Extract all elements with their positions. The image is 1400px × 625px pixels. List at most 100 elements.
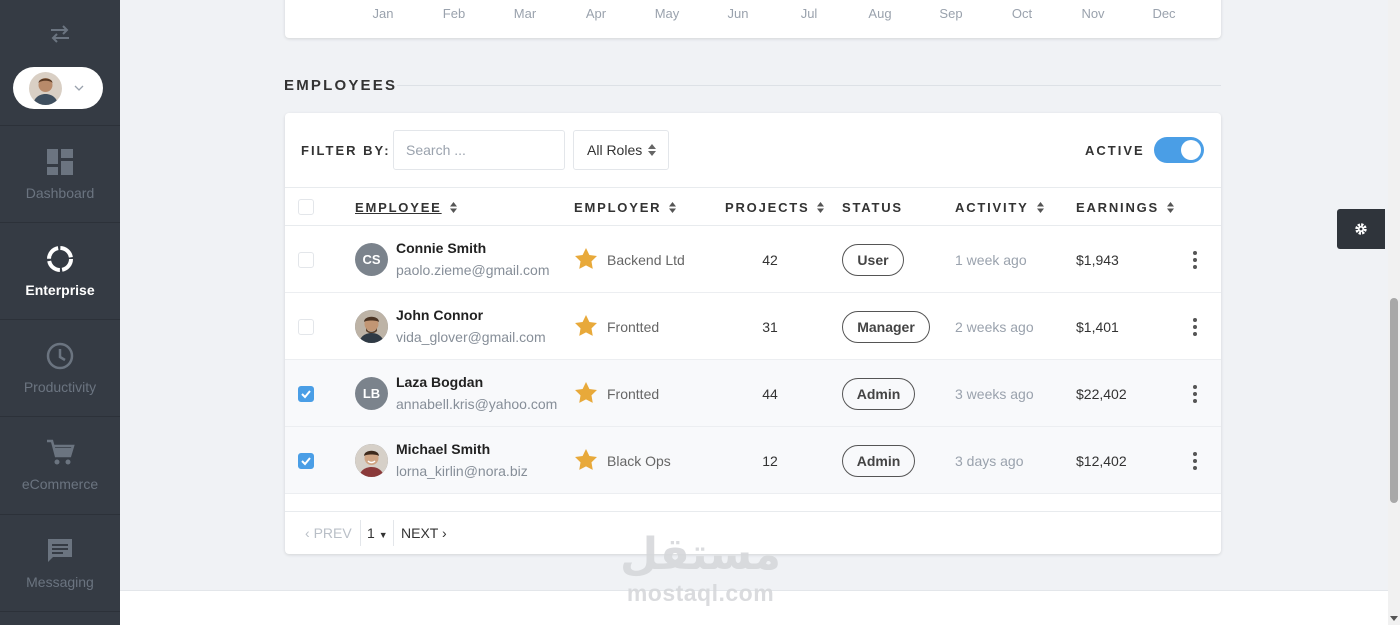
page-number: 1	[367, 525, 375, 541]
column-header-status[interactable]: STATUS	[842, 200, 903, 215]
row-checkbox[interactable]	[298, 386, 314, 402]
row-checkbox[interactable]	[298, 252, 314, 268]
role-select-value: All Roles	[587, 142, 643, 158]
dashboard-icon	[45, 147, 75, 177]
avatar	[29, 71, 62, 105]
column-header-earnings[interactable]: EARNINGS	[1076, 200, 1175, 215]
sidebar-divider	[0, 611, 120, 625]
employees-card: FILTER BY: All Roles ACTIVE EMPLOYEE EMP…	[285, 113, 1221, 554]
activity-time: 1 week ago	[955, 252, 1027, 268]
employee-name: Connie Smith	[396, 240, 487, 256]
employee-email: vida_glover@gmail.com	[396, 329, 546, 345]
more-vertical-icon[interactable]	[1189, 451, 1201, 471]
column-header-label: STATUS	[842, 200, 903, 215]
sidebar-item-label: Enterprise	[25, 281, 95, 298]
clock-icon	[45, 341, 75, 371]
role-select[interactable]: All Roles	[573, 130, 669, 170]
month-tick-label: Sep	[939, 6, 963, 21]
sidebar-item-label: Messaging	[26, 573, 94, 590]
watermark-arabic: مستقل	[620, 529, 781, 580]
more-vertical-icon[interactable]	[1189, 384, 1201, 404]
cart-icon	[45, 438, 75, 468]
sort-updown-icon	[648, 144, 656, 156]
watermark-latin: mostaql.com	[626, 580, 775, 606]
scrollbar-thumb[interactable]	[1390, 298, 1398, 503]
column-header-projects[interactable]: PROJECTS	[725, 200, 825, 215]
pager-divider	[360, 520, 361, 546]
settings-button[interactable]	[1337, 209, 1385, 249]
sort-icon	[1167, 202, 1175, 213]
employee-name: Michael Smith	[396, 441, 491, 457]
next-page-button[interactable]: NEXT ›	[401, 525, 447, 541]
month-tick-label: Jan	[372, 6, 394, 21]
more-vertical-icon[interactable]	[1189, 250, 1201, 270]
employee-name: John Connor	[396, 307, 484, 323]
active-label: ACTIVE	[1085, 143, 1145, 158]
projects-count: 42	[762, 252, 778, 268]
avatar	[355, 444, 388, 477]
column-header-employer[interactable]: EMPLOYER	[574, 200, 677, 215]
employee-name: Laza Bogdan	[396, 374, 484, 390]
sidebar-item-enterprise[interactable]: Enterprise	[0, 222, 120, 318]
sidebar-item-productivity[interactable]: Productivity	[0, 319, 120, 415]
status-badge: Admin	[842, 378, 915, 410]
row-checkbox[interactable]	[298, 453, 314, 469]
watermark-logo: مستقل mostaql.com	[618, 530, 783, 612]
table-row[interactable]: John Connor vida_glover@gmail.com Frontt…	[285, 293, 1221, 360]
activity-time: 2 weeks ago	[955, 319, 1034, 335]
month-tick-label: Jul	[800, 6, 818, 21]
chart-card: Jan Feb Mar Apr May Jun Jul Aug Sep Oct Nov Dec	[285, 0, 1221, 38]
column-header-label: EARNINGS	[1076, 200, 1160, 215]
chevron-down-icon	[74, 85, 84, 91]
sidebar-item-dashboard[interactable]: Dashboard	[0, 125, 120, 221]
message-icon	[45, 536, 75, 566]
check-icon	[301, 457, 311, 466]
section-title: EMPLOYEES	[284, 77, 398, 94]
pager-divider	[393, 520, 394, 546]
employer-name: Frontted	[607, 386, 660, 402]
month-tick-label: Aug	[868, 6, 892, 21]
prev-label: PREV	[313, 525, 352, 541]
sort-icon	[449, 202, 457, 213]
employer-name: Frontted	[607, 319, 660, 335]
earnings-value: $12,402	[1076, 453, 1127, 469]
sidebar-item-ecommerce[interactable]: eCommerce	[0, 416, 120, 512]
more-vertical-icon[interactable]	[1189, 317, 1201, 337]
employer-name: Backend Ltd	[607, 252, 685, 268]
row-checkbox[interactable]	[298, 319, 314, 335]
filter-label: FILTER BY:	[301, 143, 391, 158]
swap-icon[interactable]	[0, 20, 120, 48]
month-tick-label: Apr	[585, 6, 607, 21]
column-header-label: ACTIVITY	[955, 200, 1029, 215]
column-header-activity[interactable]: ACTIVITY	[955, 200, 1044, 215]
star-icon	[575, 248, 597, 269]
status-badge: Manager	[842, 311, 930, 343]
search-input[interactable]	[393, 130, 565, 170]
table-row[interactable]: Michael Smith lorna_kirlin@nora.biz Blac…	[285, 427, 1221, 494]
sidebar: Dashboard Enterprise Productivity eComme…	[0, 0, 120, 625]
scroll-down-icon[interactable]	[1390, 616, 1398, 621]
select-all-checkbox[interactable]	[298, 199, 314, 215]
status-badge: Admin	[842, 445, 915, 477]
column-header-label: EMPLOYER	[574, 200, 662, 215]
page-scrollbar[interactable]	[1388, 0, 1400, 625]
avatar: LB	[355, 377, 388, 410]
page-select[interactable]: 1 ▼	[367, 525, 388, 541]
table-row[interactable]: LB Laza Bogdan annabell.kris@yahoo.com F…	[285, 360, 1221, 427]
toggle-knob	[1181, 140, 1201, 160]
column-header-employee[interactable]: EMPLOYEE	[355, 200, 457, 215]
earnings-value: $1,401	[1076, 319, 1119, 335]
enterprise-icon	[45, 244, 75, 274]
prev-page-button[interactable]: ‹ PREV	[305, 525, 352, 541]
section-divider	[397, 85, 1221, 86]
employee-email: paolo.zieme@gmail.com	[396, 262, 550, 278]
month-tick-label: Mar	[513, 6, 537, 21]
sidebar-item-messaging[interactable]: Messaging	[0, 514, 120, 610]
check-icon	[301, 390, 311, 399]
projects-count: 31	[762, 319, 778, 335]
active-toggle[interactable]	[1154, 137, 1204, 163]
table-row[interactable]: CS Connie Smith paolo.zieme@gmail.com Ba…	[285, 226, 1221, 293]
month-tick-label: Oct	[1011, 6, 1033, 21]
sort-icon	[817, 202, 825, 213]
user-menu[interactable]	[13, 67, 103, 109]
